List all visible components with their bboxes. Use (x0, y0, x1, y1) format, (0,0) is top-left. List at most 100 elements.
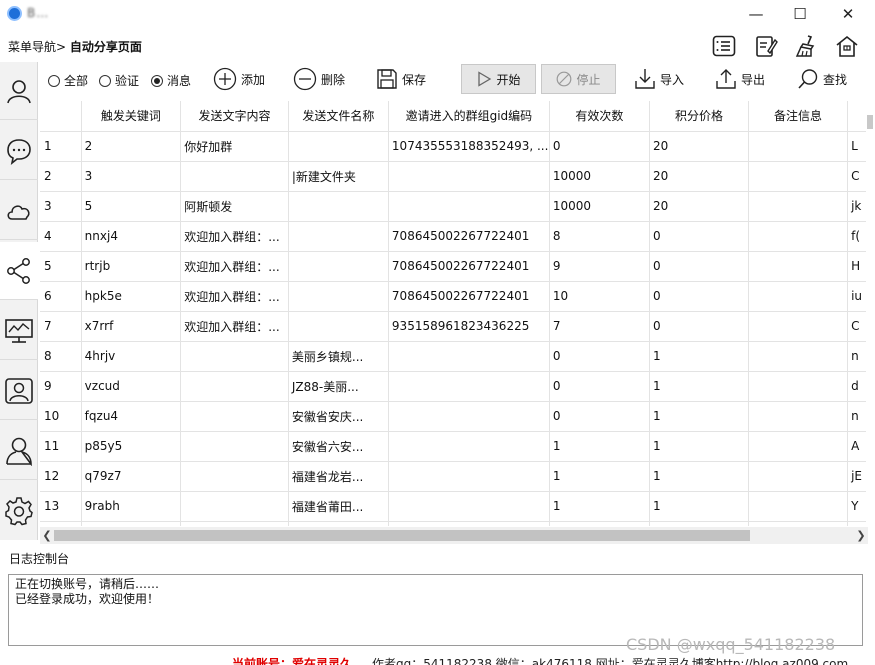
table-cell[interactable] (81, 520, 182, 526)
table-cell[interactable]: 708645002267722401 (388, 280, 550, 311)
table-cell[interactable]: 安徽省安庆... (288, 400, 389, 431)
table-cell[interactable]: d (847, 370, 868, 401)
export-button[interactable]: 导出 (715, 64, 765, 94)
table-row[interactable]: 3 5 阿斯顿发 10000 20 jk (40, 190, 868, 221)
table-cell[interactable]: 福建省莆田... (288, 490, 389, 521)
table-cell[interactable] (180, 400, 289, 431)
table-cell[interactable]: f( (847, 220, 868, 251)
filter-verify-radio[interactable]: 验证 (99, 72, 139, 89)
add-button[interactable]: 添加 (213, 64, 265, 94)
table-cell[interactable] (748, 250, 849, 281)
table-cell[interactable] (288, 220, 389, 251)
table-cell[interactable]: 1 (649, 400, 750, 431)
table-cell[interactable] (180, 370, 289, 401)
table-cell[interactable]: 935158961823436225 (388, 310, 550, 341)
table-cell[interactable]: rtrjb (81, 250, 182, 281)
table-cell[interactable] (748, 430, 849, 461)
table-row[interactable]: 6 hpk5e 欢迎加入群组：... 708645002267722401 10 0 iu (40, 280, 868, 311)
table-cell[interactable]: vzcud (81, 370, 182, 401)
vertical-scroll-thumb[interactable] (867, 115, 873, 129)
sidebar-item-settings[interactable] (0, 482, 38, 540)
checklist-icon[interactable] (709, 32, 739, 60)
table-cell[interactable]: 阿斯顿发 (180, 190, 289, 221)
table-cell[interactable]: 20 (649, 130, 750, 161)
table-cell[interactable]: A (847, 430, 868, 461)
table-cell[interactable] (288, 280, 389, 311)
table-cell[interactable]: 欢迎加入群组：... (180, 220, 289, 251)
column-header[interactable] (847, 101, 868, 131)
table-cell[interactable] (288, 310, 389, 341)
table-cell[interactable]: nnxj4 (81, 220, 182, 251)
column-header[interactable]: 发送文件名称 (288, 101, 389, 131)
column-header[interactable]: 积分价格 (649, 101, 750, 131)
table-cell[interactable]: n (847, 340, 868, 371)
table-row[interactable]: 1 2 你好加群 107435553188352493, ... 0 20 L (40, 130, 868, 161)
table-cell[interactable] (388, 190, 550, 221)
table-cell[interactable]: 欢迎加入群组：... (180, 250, 289, 281)
horizontal-scrollbar[interactable]: ❮ ❯ (40, 527, 868, 544)
sidebar-item-contacts[interactable] (0, 362, 38, 420)
table-cell[interactable]: H (847, 250, 868, 281)
table-cell[interactable] (748, 280, 849, 311)
table-cell[interactable]: 福建省龙岩... (288, 460, 389, 491)
table-row[interactable]: 14 (40, 520, 868, 526)
table-row[interactable]: 10 fqzu4 安徽省安庆... 0 1 n (40, 400, 868, 431)
sidebar-item-account[interactable] (0, 422, 38, 480)
table-cell[interactable]: Y (847, 490, 868, 521)
save-button[interactable]: 保存 (376, 64, 426, 94)
start-button[interactable]: 开始 (461, 64, 536, 94)
table-cell[interactable]: 9 (549, 250, 650, 281)
table-cell[interactable]: C (847, 160, 868, 191)
table-cell[interactable] (180, 490, 289, 521)
breadcrumb-root[interactable]: 菜单导航> (8, 40, 66, 54)
table-cell[interactable]: |新建文件夹 (288, 160, 389, 191)
table-cell[interactable]: q79z7 (81, 460, 182, 491)
table-cell[interactable]: 1 (549, 460, 650, 491)
table-cell[interactable] (180, 160, 289, 191)
scroll-left-arrow-icon[interactable]: ❮ (40, 527, 54, 544)
table-cell[interactable]: 1 (649, 460, 750, 491)
table-cell[interactable]: 0 (549, 130, 650, 161)
table-cell[interactable]: 0 (649, 220, 750, 251)
table-cell[interactable] (748, 310, 849, 341)
table-cell[interactable]: 1 (649, 490, 750, 521)
table-cell[interactable]: 10000 (549, 160, 650, 191)
home-icon[interactable] (832, 32, 862, 60)
table-cell[interactable]: 107435553188352493, ... (388, 130, 550, 161)
minimize-button[interactable]: — (733, 0, 779, 28)
table-cell[interactable]: 0 (649, 280, 750, 311)
table-cell[interactable]: L (847, 130, 868, 161)
table-cell[interactable]: 欢迎加入群组：... (180, 280, 289, 311)
table-cell[interactable]: 安徽省六安... (288, 430, 389, 461)
table-cell[interactable]: 10 (549, 280, 650, 311)
table-cell[interactable]: jE (847, 460, 868, 491)
table-cell[interactable] (388, 400, 550, 431)
table-cell[interactable] (288, 190, 389, 221)
sidebar-item-monitor[interactable] (0, 302, 38, 360)
table-cell[interactable] (388, 160, 550, 191)
broom-icon[interactable] (791, 32, 821, 60)
table-cell[interactable] (748, 190, 849, 221)
table-cell[interactable] (180, 520, 289, 526)
table-cell[interactable]: 708645002267722401 (388, 250, 550, 281)
table-cell[interactable]: 4hrjv (81, 340, 182, 371)
table-cell[interactable]: 1 (649, 340, 750, 371)
table-cell[interactable]: 你好加群 (180, 130, 289, 161)
table-row[interactable]: 9 vzcud JZ88-美丽... 0 1 d (40, 370, 868, 401)
table-cell[interactable] (180, 430, 289, 461)
table-row[interactable]: 2 3 |新建文件夹 10000 20 C (40, 160, 868, 191)
table-cell[interactable] (288, 250, 389, 281)
table-cell[interactable]: jk (847, 190, 868, 221)
table-cell[interactable]: 2 (81, 130, 182, 161)
table-cell[interactable] (180, 340, 289, 371)
table-cell[interactable]: 0 (549, 340, 650, 371)
sidebar-item-cloud[interactable] (0, 182, 38, 240)
table-cell[interactable] (748, 400, 849, 431)
table-row[interactable]: 11 p85y5 安徽省六安... 1 1 A (40, 430, 868, 461)
column-header[interactable]: 邀请进入的群组gid编码 (388, 101, 550, 131)
scroll-right-arrow-icon[interactable]: ❯ (854, 527, 868, 544)
table-cell[interactable]: 20 (649, 190, 750, 221)
column-header[interactable]: 备注信息 (748, 101, 849, 131)
table-row[interactable]: 13 9rabh 福建省莆田... 1 1 Y (40, 490, 868, 521)
table-cell[interactable]: 3 (81, 160, 182, 191)
